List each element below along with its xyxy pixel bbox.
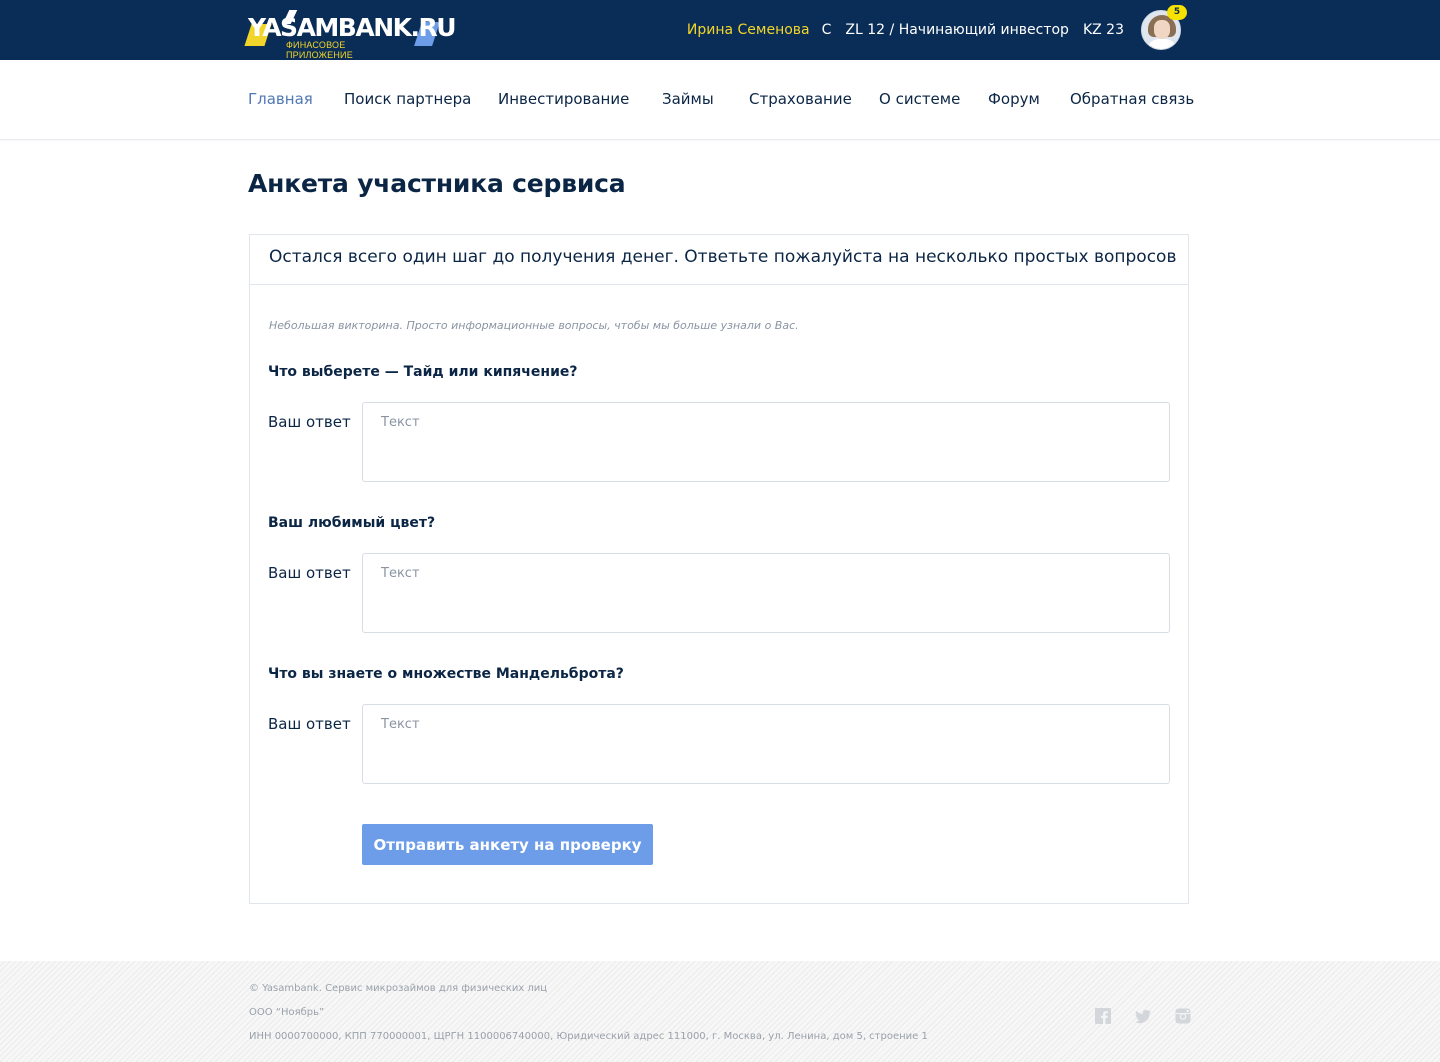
- answer-label-3: Ваш ответ: [268, 715, 351, 733]
- currency-c: C: [821, 22, 832, 38]
- page-title: Анкета участника сервиса: [248, 169, 626, 198]
- logo-subtitle: ФИНАСОВОЕ ПРИЛОЖЕНИЕ: [286, 40, 353, 60]
- nav-item-about[interactable]: О системе: [879, 90, 960, 108]
- logo-text: YASAMBANK.RU: [248, 13, 457, 42]
- facebook-icon[interactable]: [1095, 1008, 1111, 1024]
- question-1: Что выберете — Тайд или кипячение?: [268, 364, 578, 380]
- answer-field-2[interactable]: [362, 553, 1170, 633]
- nav-item-investing[interactable]: Инвестирование: [498, 90, 629, 108]
- question-3: Что вы знаете о множестве Мандельброта?: [268, 666, 624, 682]
- kz-balance: KZ 23: [1082, 22, 1124, 38]
- avatar-button[interactable]: 5: [1141, 5, 1187, 50]
- footer-copyright: © Yasambank. Сервис микрозаймов для физи…: [249, 983, 548, 994]
- user-level: ZL 12 / Начинающий инвестор: [845, 22, 1069, 38]
- top-bar: YASAMBANK.RU ФИНАСОВОЕ ПРИЛОЖЕНИЕ Ирина …: [0, 0, 1440, 60]
- notification-badge: 5: [1167, 5, 1187, 20]
- twitter-icon[interactable]: [1135, 1008, 1151, 1024]
- question-2: Ваш любимый цвет?: [268, 515, 436, 531]
- answer-label-2: Ваш ответ: [268, 564, 351, 582]
- nav-item-forum[interactable]: Форум: [988, 90, 1040, 108]
- nav-item-insurance[interactable]: Страхование: [749, 90, 852, 108]
- footer-legal-info: ИНН 0000700000, КПП 770000001, ЩРГН 1100…: [249, 1031, 928, 1042]
- footer-company: ООО “Ноябрь”: [249, 1007, 325, 1018]
- questionnaire-card: Остался всего один шаг до получения дене…: [249, 234, 1189, 904]
- instagram-icon[interactable]: [1175, 1008, 1191, 1024]
- user-name-link[interactable]: Ирина Семенова: [687, 22, 810, 38]
- user-area: Ирина Семенова C ZL 12 / Начинающий инве…: [687, 0, 1187, 60]
- quiz-note: Небольшая викторина. Просто информационн…: [269, 319, 799, 332]
- footer: © Yasambank. Сервис микрозаймов для физи…: [0, 961, 1440, 1062]
- submit-questionnaire-button[interactable]: Отправить анкету на проверку: [362, 824, 653, 865]
- main-nav: Главная Поиск партнера Инвестирование За…: [0, 60, 1440, 140]
- logo[interactable]: YASAMBANK.RU ФИНАСОВОЕ ПРИЛОЖЕНИЕ: [244, 8, 458, 60]
- answer-field-3[interactable]: [362, 704, 1170, 784]
- nav-item-home[interactable]: Главная: [248, 90, 313, 108]
- answer-field-1[interactable]: [362, 402, 1170, 482]
- nav-item-feedback[interactable]: Обратная связь: [1070, 90, 1194, 108]
- nav-item-partner-search[interactable]: Поиск партнера: [344, 90, 471, 108]
- nav-item-loans[interactable]: Займы: [662, 90, 714, 108]
- answer-label-1: Ваш ответ: [268, 413, 351, 431]
- card-header: Остался всего один шаг до получения дене…: [250, 235, 1188, 285]
